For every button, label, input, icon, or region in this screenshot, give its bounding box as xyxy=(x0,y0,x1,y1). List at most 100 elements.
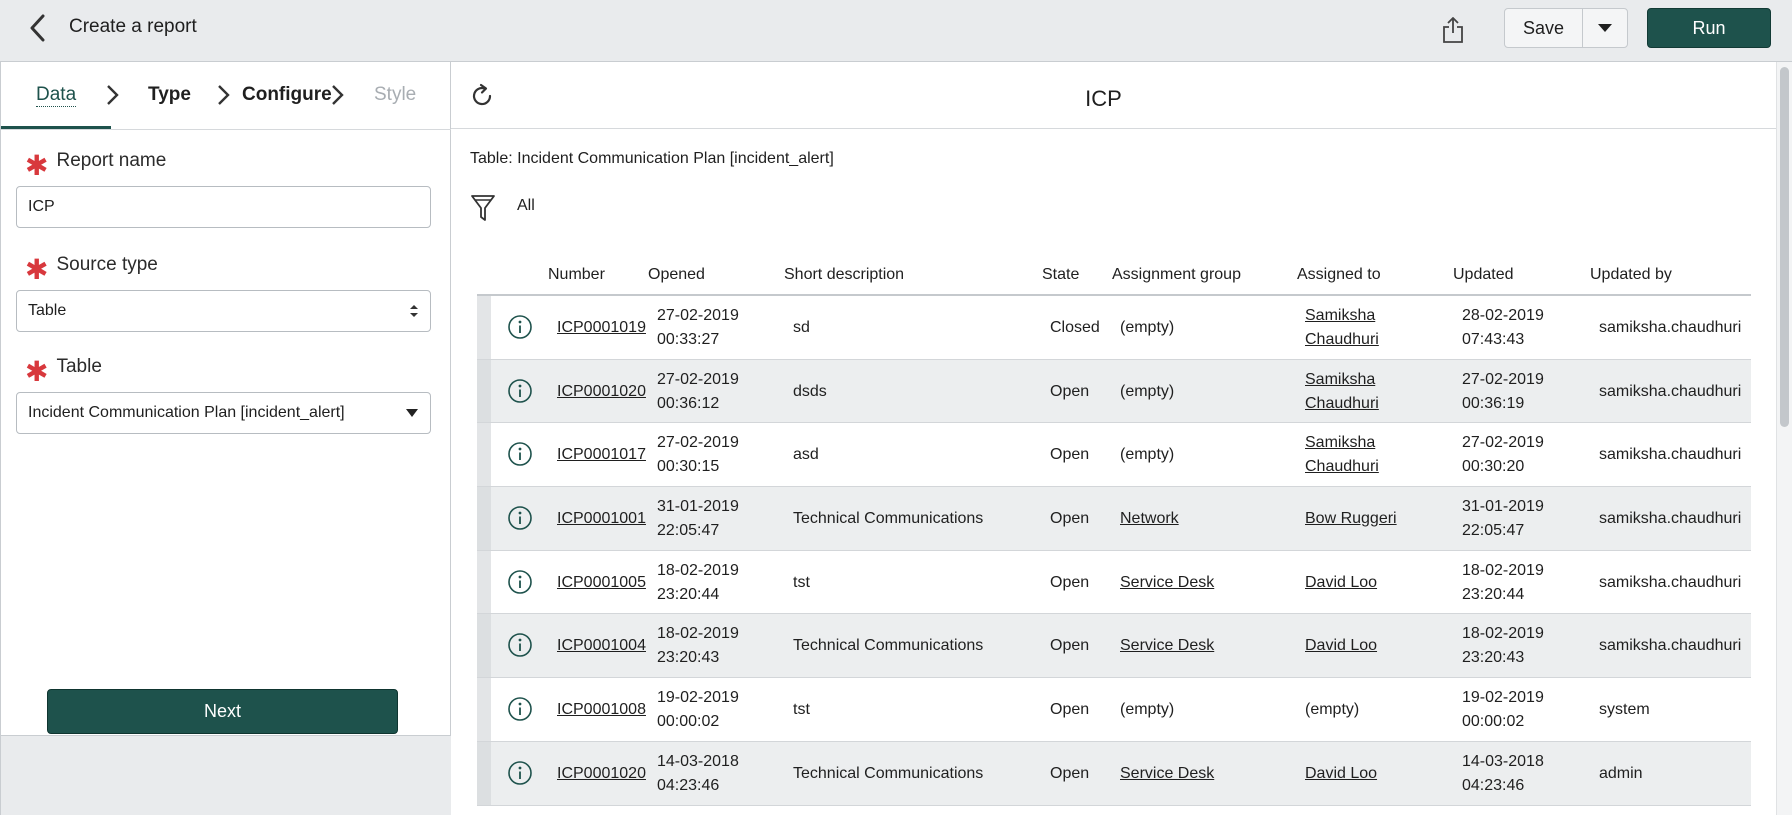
record-number-link[interactable]: ICP0001020 xyxy=(557,762,646,786)
assigned-to-link[interactable]: Samiksha Chaudhuri xyxy=(1305,368,1379,416)
updated-cell: 27-02-2019 00:36:19 xyxy=(1462,370,1544,412)
short-description-cell: tst xyxy=(793,573,810,591)
run-button[interactable]: Run xyxy=(1647,8,1771,48)
opened-cell: 18-02-2019 23:20:44 xyxy=(657,561,739,603)
assigned-to-cell: (empty) xyxy=(1305,701,1360,719)
assignment-group-cell: (empty) xyxy=(1120,701,1175,719)
column-header-assigned-to[interactable]: Assigned to xyxy=(1297,266,1381,284)
info-icon[interactable] xyxy=(507,505,533,531)
table-label: ✱ Table xyxy=(25,355,102,387)
step-configure[interactable]: Configure xyxy=(242,84,332,106)
filter-condition: All xyxy=(517,197,535,214)
step-type[interactable]: Type xyxy=(148,84,191,106)
record-number-link[interactable]: ICP0001020 xyxy=(557,380,646,404)
table-row: ICP0001020 27-02-2019 00:36:12 dsds Open (emp… xyxy=(477,359,1751,424)
table-row: ICP0001001 31-01-2019 22:05:47 Technical Co… xyxy=(477,487,1751,551)
assigned-to-link[interactable]: Samiksha Chaudhuri xyxy=(1305,304,1379,352)
info-icon[interactable] xyxy=(507,696,533,722)
report-name-input[interactable]: ICP xyxy=(16,186,431,228)
short-description-cell: Technical Communications xyxy=(793,510,984,528)
chevron-right-icon xyxy=(107,85,119,105)
record-number-link[interactable]: ICP0001005 xyxy=(557,571,646,595)
column-header-short-description[interactable]: Short description xyxy=(784,266,904,284)
info-icon[interactable] xyxy=(507,441,533,467)
info-icon[interactable] xyxy=(507,760,533,786)
column-header-opened[interactable]: Opened xyxy=(648,266,705,284)
row-selector-strip xyxy=(477,296,491,359)
scrollbar-thumb[interactable] xyxy=(1780,67,1789,427)
opened-cell: 14-03-2018 04:23:46 xyxy=(657,752,739,794)
next-button[interactable]: Next xyxy=(47,689,398,734)
row-selector-strip xyxy=(477,741,491,805)
report-name-label: ✱ Report name xyxy=(25,149,167,181)
opened-cell: 18-02-2019 23:20:43 xyxy=(657,625,739,667)
assignment-group-cell[interactable]: Service Desk xyxy=(1120,762,1214,786)
step-navigator: Data Type Configure Style xyxy=(1,62,451,130)
assigned-to-cell[interactable]: David Loo xyxy=(1305,762,1377,786)
state-cell: Closed xyxy=(1050,319,1100,336)
required-asterisk-icon: ✱ xyxy=(25,253,49,285)
state-cell: Open xyxy=(1050,446,1090,464)
save-button-group: Save xyxy=(1504,8,1628,48)
updated-cell: 19-02-2019 00:00:02 xyxy=(1462,689,1544,731)
state-cell: Open xyxy=(1050,637,1090,655)
row-selector-strip xyxy=(477,359,491,423)
assignment-group-cell: (empty) xyxy=(1120,319,1175,336)
info-icon[interactable] xyxy=(507,632,533,658)
table-select[interactable]: Incident Communication Plan [incident_al… xyxy=(16,392,431,434)
assignment-group-cell[interactable]: Network xyxy=(1120,507,1179,531)
updated-by-cell: samiksha.chaudhuri xyxy=(1599,446,1742,464)
share-icon[interactable] xyxy=(1438,12,1468,48)
source-type-value: Table xyxy=(28,302,67,319)
updated-cell: 18-02-2019 23:20:44 xyxy=(1462,561,1544,603)
save-button[interactable]: Save xyxy=(1505,9,1583,47)
assigned-to-cell[interactable]: Bow Ruggeri xyxy=(1305,507,1397,531)
table-row: ICP0001008 19-02-2019 00:00:02 tst Open (empt… xyxy=(477,678,1751,742)
updated-by-cell: samiksha.chaudhuri xyxy=(1599,573,1742,591)
short-description-cell: dsds xyxy=(793,382,827,400)
table-row: ICP0001005 18-02-2019 23:20:44 tst Open Servi… xyxy=(477,550,1751,615)
state-cell: Open xyxy=(1050,764,1090,782)
record-number-link[interactable]: ICP0001019 xyxy=(557,316,646,340)
top-bar: Create a report Save Run xyxy=(0,0,1792,62)
column-header-assignment-group[interactable]: Assignment group xyxy=(1112,266,1241,284)
chevron-right-icon xyxy=(332,85,344,105)
step-data[interactable]: Data xyxy=(36,84,77,107)
table-header: Number Opened Short description State As… xyxy=(477,252,1751,296)
scrollbar[interactable] xyxy=(1776,62,1792,815)
table-row: ICP0001017 27-02-2019 00:30:15 asd Open (empt… xyxy=(477,423,1751,488)
state-cell: Open xyxy=(1050,701,1090,719)
assignment-group-cell[interactable]: Service Desk xyxy=(1120,634,1214,658)
record-number-link[interactable]: ICP0001001 xyxy=(557,507,646,531)
column-header-number[interactable]: Number xyxy=(548,266,605,284)
dropdown-caret-icon xyxy=(1598,24,1612,32)
opened-cell: 27-02-2019 00:30:15 xyxy=(657,434,739,476)
info-icon[interactable] xyxy=(507,314,533,340)
updated-cell: 18-02-2019 23:20:43 xyxy=(1462,625,1544,667)
assignment-group-cell: (empty) xyxy=(1120,382,1175,400)
column-header-updated[interactable]: Updated xyxy=(1453,266,1514,284)
assignment-group-cell[interactable]: Service Desk xyxy=(1120,571,1214,595)
panel-footer xyxy=(1,735,451,815)
required-asterisk-icon: ✱ xyxy=(25,149,49,181)
opened-cell: 27-02-2019 00:33:27 xyxy=(657,307,739,348)
short-description-cell: Technical Communications xyxy=(793,764,984,782)
column-header-state[interactable]: State xyxy=(1042,266,1079,284)
record-number-link[interactable]: ICP0001008 xyxy=(557,698,646,722)
report-preview: ICP Table: Incident Communication Plan [… xyxy=(451,62,1792,815)
record-number-link[interactable]: ICP0001004 xyxy=(557,634,646,658)
back-icon[interactable] xyxy=(22,10,52,46)
state-cell: Open xyxy=(1050,382,1090,400)
info-icon[interactable] xyxy=(507,569,533,595)
filter-funnel-icon[interactable] xyxy=(470,193,496,223)
save-options-dropdown[interactable] xyxy=(1583,9,1627,47)
column-header-updated-by[interactable]: Updated by xyxy=(1590,266,1672,284)
required-asterisk-icon: ✱ xyxy=(25,355,49,387)
info-icon[interactable] xyxy=(507,378,533,404)
updated-by-cell: admin xyxy=(1599,764,1643,782)
record-number-link[interactable]: ICP0001017 xyxy=(557,443,646,467)
assigned-to-link[interactable]: Samiksha Chaudhuri xyxy=(1305,431,1379,479)
assigned-to-cell[interactable]: David Loo xyxy=(1305,634,1377,658)
assigned-to-cell[interactable]: David Loo xyxy=(1305,571,1377,595)
source-type-select[interactable]: Table xyxy=(16,290,431,332)
